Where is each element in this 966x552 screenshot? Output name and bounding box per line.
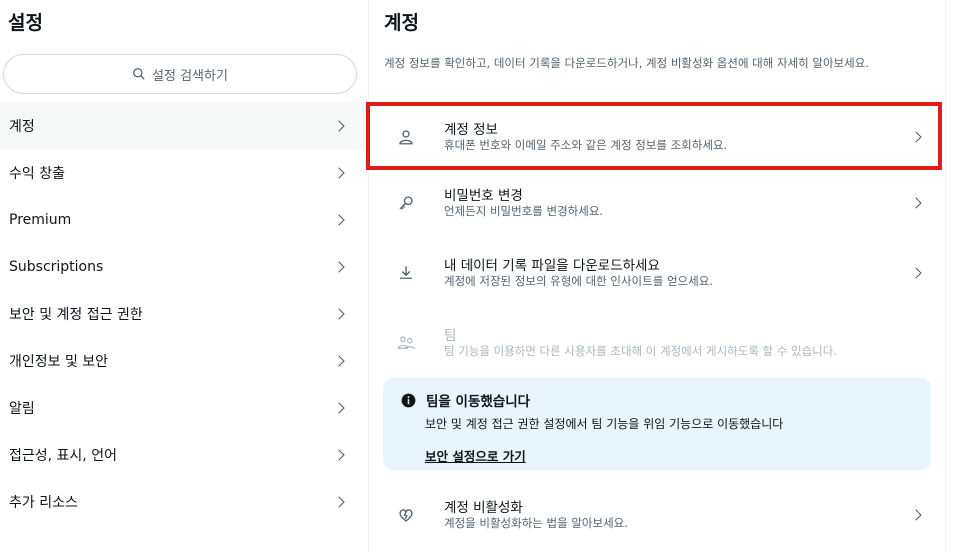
info-icon: [401, 393, 416, 407]
row-title: 계정 비활성화: [444, 500, 523, 516]
sidebar-item-label: 개인정보 및 보안: [9, 353, 109, 370]
sidebar-item-label: 접근성, 표시, 언어: [9, 447, 117, 464]
page-title: 계정: [384, 12, 419, 34]
sidebar-item-label: Subscriptions: [9, 258, 104, 275]
chevron-right-icon: [338, 401, 345, 414]
settings-search-input[interactable]: 설정 검색하기: [3, 54, 357, 94]
sidebar-item-accessibility[interactable]: 접근성, 표시, 언어: [0, 431, 368, 478]
chevron-right-icon: [338, 495, 345, 508]
team-row: 팀 팀 기능을 이용하면 다른 사용자를 초대해 이 계정에서 게시하도록 할 …: [369, 310, 945, 376]
settings-title: 설정: [8, 12, 43, 34]
deactivate-account-row[interactable]: 계정 비활성화 계정을 비활성화하는 법을 알아보세요.: [369, 482, 945, 548]
notice-body: 보안 및 계정 접근 권한 설정에서 팀 기능을 위임 기능으로 이동했습니다: [425, 417, 784, 431]
chevron-right-icon: [338, 260, 345, 273]
chevron-right-icon: [915, 197, 922, 209]
sidebar-item-monetization[interactable]: 수익 창출: [0, 149, 368, 196]
settings-sidebar: 설정 설정 검색하기 계정 수익 창출 Premium Subscription…: [0, 0, 368, 552]
download-archive-row[interactable]: 내 데이터 기록 파일을 다운로드하세요 계정에 저장된 정보의 유형에 대한 …: [369, 240, 945, 306]
chevron-right-icon: [338, 448, 345, 461]
search-icon: [133, 68, 145, 80]
chevron-right-icon: [915, 267, 922, 279]
chevron-right-icon: [338, 119, 345, 132]
page-description: 계정 정보를 확인하고, 데이터 기록을 다운로드하거나, 계정 비활성화 옵션…: [384, 56, 869, 70]
search-placeholder: 설정 검색하기: [152, 68, 228, 84]
chevron-right-icon: [338, 166, 345, 179]
broken-heart-icon: [399, 509, 413, 522]
sidebar-item-label: Premium: [9, 211, 72, 228]
settings-nav: 계정 수익 창출 Premium Subscriptions 보안 및 계정 접…: [0, 102, 368, 525]
row-title: 내 데이터 기록 파일을 다운로드하세요: [444, 258, 660, 274]
sidebar-item-account[interactable]: 계정: [0, 102, 368, 149]
row-title: 비밀번호 변경: [444, 188, 523, 204]
team-icon: [397, 336, 415, 350]
chevron-right-icon: [338, 307, 345, 320]
highlight-box: [366, 102, 942, 170]
row-subtitle: 팀 기능을 이용하면 다른 사용자를 초대해 이 계정에서 게시하도록 할 수 …: [444, 344, 838, 358]
sidebar-item-label: 계정: [9, 118, 35, 135]
row-title: 팀: [444, 328, 457, 344]
change-password-row[interactable]: 비밀번호 변경 언제든지 비밀번호를 변경하세요.: [369, 170, 945, 236]
chevron-right-icon: [338, 213, 345, 226]
sidebar-item-privacy[interactable]: 개인정보 및 보안: [0, 337, 368, 384]
sidebar-item-security[interactable]: 보안 및 계정 접근 권한: [0, 290, 368, 337]
sidebar-item-label: 추가 리소스: [9, 494, 78, 511]
row-subtitle: 계정에 저장된 정보의 유형에 대한 인사이트를 얻으세요.: [444, 274, 713, 288]
sidebar-item-subscriptions[interactable]: Subscriptions: [0, 243, 368, 290]
row-subtitle: 계정을 비활성화하는 법을 알아보세요.: [444, 516, 628, 530]
sidebar-item-notifications[interactable]: 알림: [0, 384, 368, 431]
panel-divider-right: [945, 0, 946, 552]
chevron-right-icon: [338, 354, 345, 367]
team-moved-notice: 팀을 이동했습니다 보안 및 계정 접근 권한 설정에서 팀 기능을 위임 기능…: [383, 378, 931, 470]
account-panel: 계정 계정 정보를 확인하고, 데이터 기록을 다운로드하거나, 계정 비활성화…: [366, 0, 945, 552]
key-icon: [399, 196, 413, 210]
sidebar-item-label: 알림: [9, 400, 35, 417]
security-settings-link[interactable]: 보안 설정으로 가기: [425, 446, 526, 465]
notice-title: 팀을 이동했습니다: [426, 394, 531, 410]
sidebar-item-resources[interactable]: 추가 리소스: [0, 478, 368, 525]
sidebar-item-label: 보안 및 계정 접근 권한: [9, 306, 143, 323]
row-subtitle: 언제든지 비밀번호를 변경하세요.: [444, 204, 604, 218]
sidebar-item-premium[interactable]: Premium: [0, 196, 368, 243]
sidebar-item-label: 수익 창출: [9, 165, 65, 182]
chevron-right-icon: [915, 509, 922, 521]
download-icon: [400, 266, 412, 279]
